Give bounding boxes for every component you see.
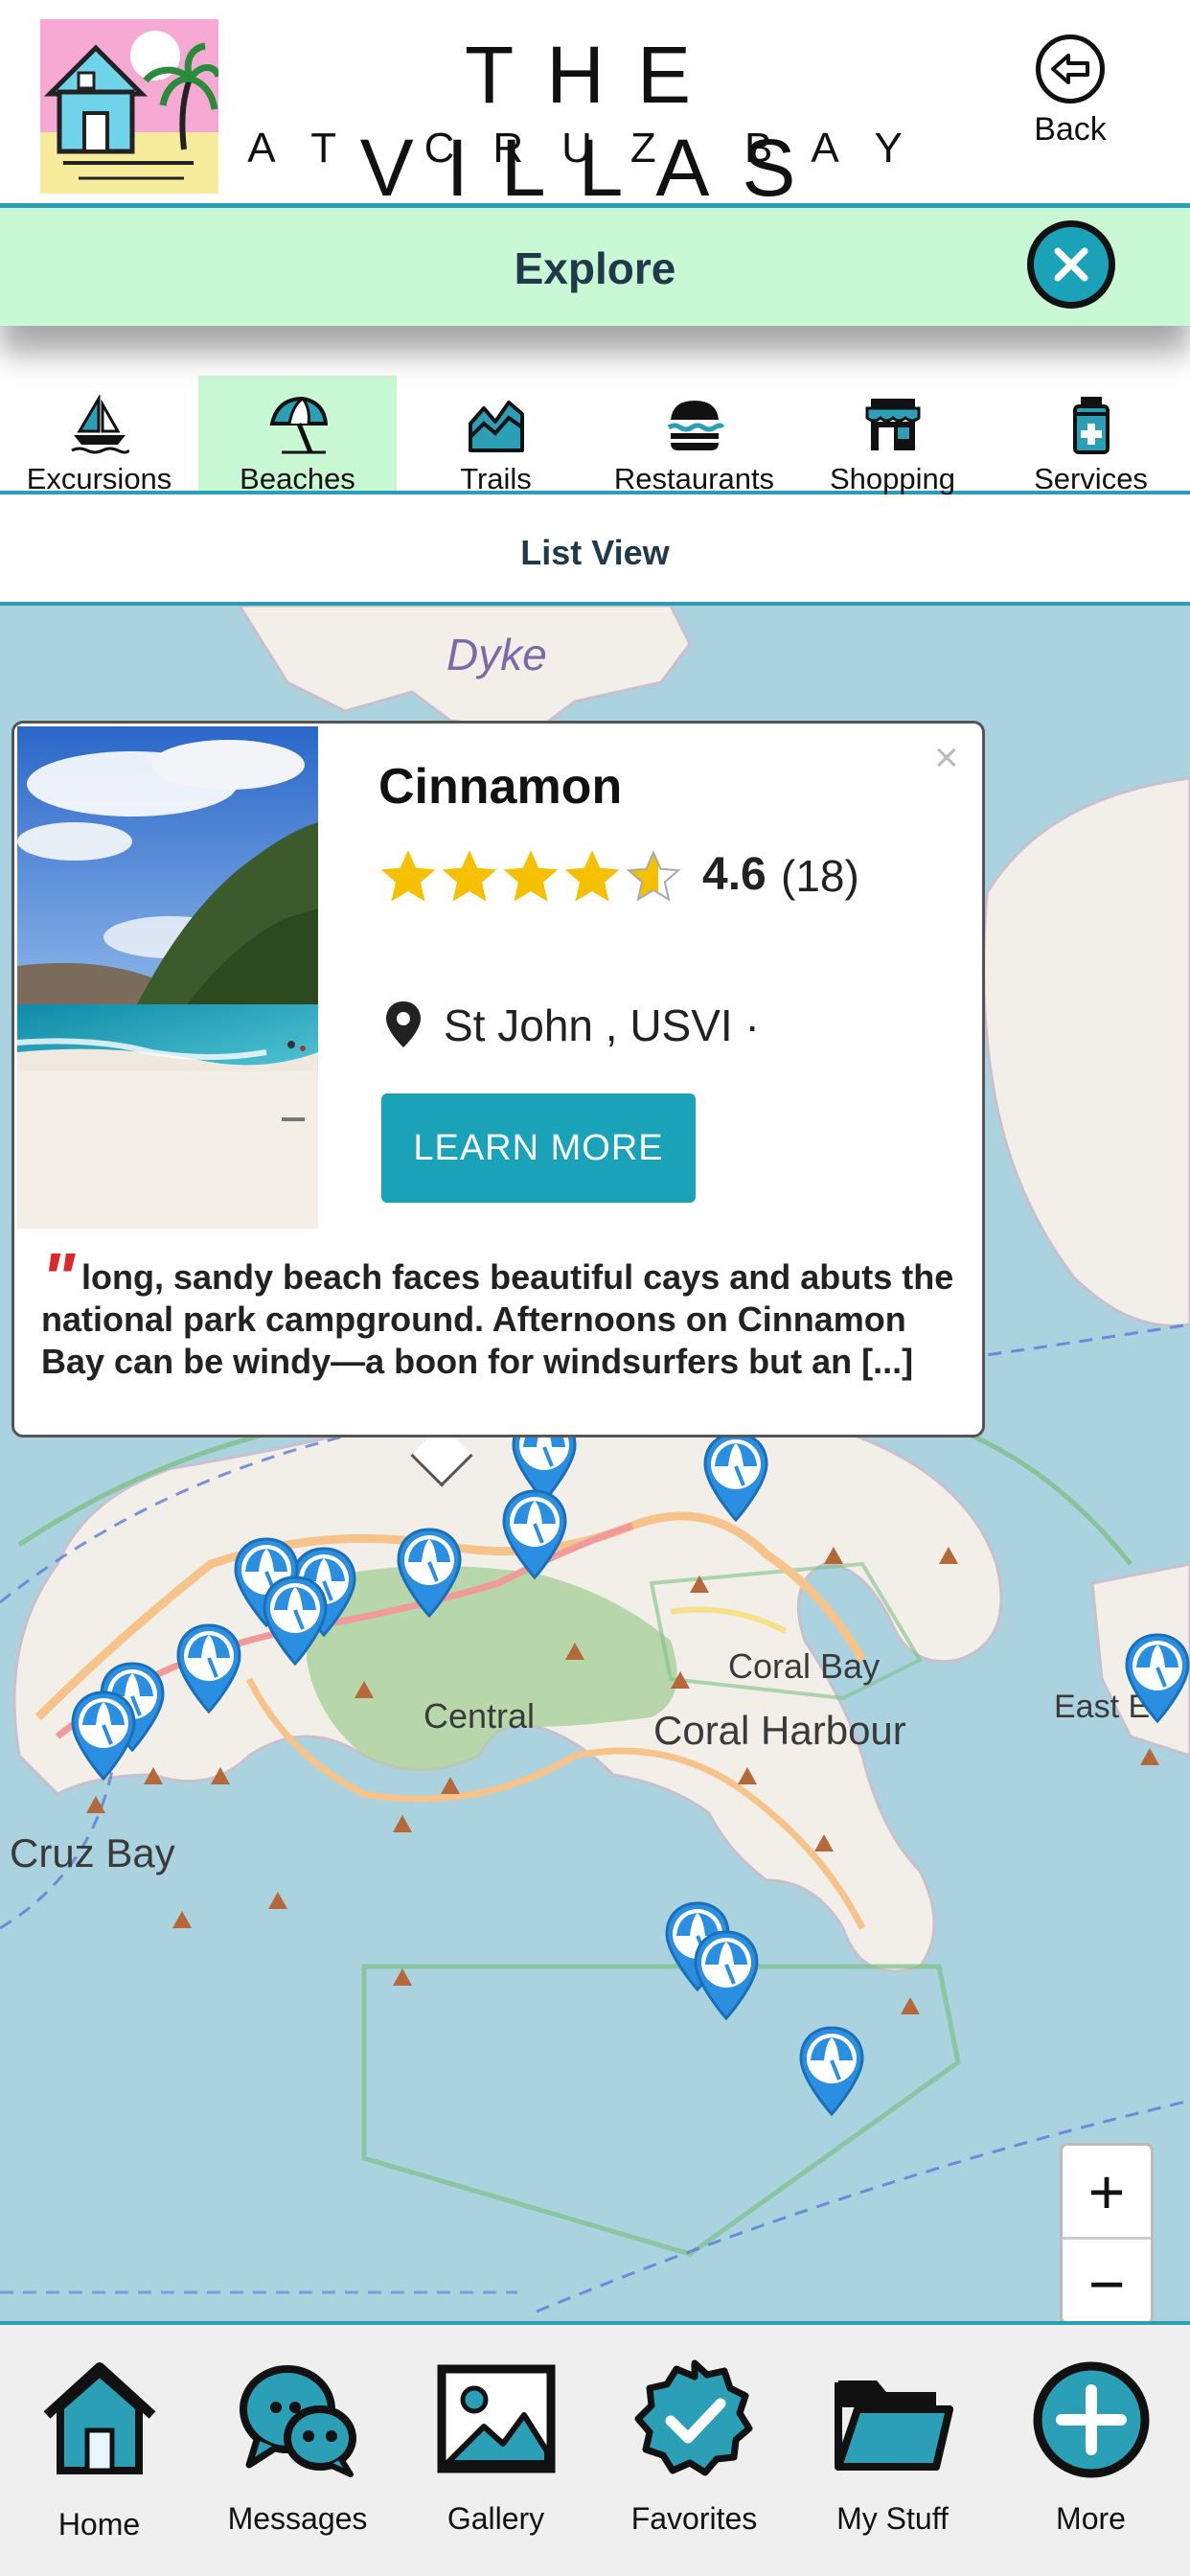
beach-marker[interactable] [259,1574,332,1667]
tab-beaches[interactable]: Beaches [198,376,397,495]
zoom-control: + − [1060,2143,1154,2321]
beach-marker[interactable] [1121,1631,1190,1724]
nav-label: Home [57,2507,141,2542]
bottom-nav: Home Messages Gallery Favorites My Stuff… [0,2321,1190,2576]
star-icon [380,850,436,902]
nav-gallery[interactable]: Gallery [397,2325,595,2576]
beach-umbrella-icon [799,2026,864,2117]
mountain-trail-icon [469,401,524,452]
map-label-coral-harbour: Coral Harbour [653,1708,906,1753]
map-label-coral-bay: Coral Bay [728,1646,881,1686]
beach-umbrella-icon [703,1432,768,1523]
beach-photo [17,726,318,1229]
nav-label: My Stuff [836,2501,949,2536]
sailboat-icon [71,395,129,454]
back-arrow-icon [1036,34,1105,104]
location-text: St John , USVI · [444,1000,760,1050]
close-explore-button[interactable] [1027,220,1115,309]
beach-umbrella-icon [1125,1633,1190,1724]
store-icon [865,399,921,450]
burger-icon [667,401,724,450]
star-icon [442,850,497,902]
tab-label: Excursions [26,462,172,495]
brand-subtitle: AT CRUZ BAY [247,125,941,172]
category-tabs: Excursions Beaches Trails Restaurants Sh… [0,376,1190,495]
beach-marker[interactable] [795,2024,868,2117]
star-rating [378,848,683,908]
beach-umbrella-icon [269,396,328,454]
nav-favorites[interactable]: Favorites [595,2325,793,2576]
zoom-in-button[interactable]: + [1063,2146,1151,2237]
beach-umbrella-icon [71,1690,136,1782]
nav-label: Messages [227,2501,368,2536]
list-view-toggle[interactable]: List View [0,494,1190,606]
badge-check-icon [634,2359,753,2476]
location-pin-icon [386,1001,421,1047]
tab-shopping[interactable]: Shopping [793,376,992,495]
plus-circle-icon [1033,2361,1150,2478]
tab-label: Trails [460,462,532,495]
tab-label: Beaches [240,462,355,495]
nav-label: More [1056,2501,1126,2536]
first-aid-bottle-icon [1073,397,1110,454]
nav-label: Favorites [630,2501,758,2536]
nav-my-stuff[interactable]: My Stuff [793,2325,992,2576]
folder-icon [835,2380,953,2471]
tab-excursions[interactable]: Excursions [0,376,198,495]
tab-services[interactable]: Services [992,376,1190,495]
list-view-label: List View [520,533,670,572]
close-icon [1054,247,1088,282]
back-label: Back [1034,111,1107,148]
page-title: Explore [514,243,676,293]
chat-bubbles-icon [240,2365,356,2477]
star-icon [626,850,681,902]
nav-more[interactable]: More [992,2325,1190,2576]
beach-name: Cinnamon [378,759,623,815]
home-icon [43,2362,156,2474]
map-label-central: Central [423,1696,536,1736]
tab-label: Shopping [829,462,955,495]
beach-marker[interactable] [67,1689,140,1782]
tab-trails[interactable]: Trails [397,376,595,495]
beach-marker[interactable] [699,1430,772,1523]
map-label-dyke: Dyke [446,630,547,679]
star-icon [564,850,620,902]
beach-umbrella-icon [397,1528,462,1619]
nav-messages[interactable]: Messages [198,2325,397,2576]
star-icon [503,850,559,902]
brand-title: THE VILLAS [359,30,829,213]
nav-home[interactable]: Home [0,2325,198,2576]
map-label-cruz-bay: Cruz Bay [10,1830,175,1875]
beach-marker[interactable] [393,1526,466,1619]
back-button[interactable]: Back [1027,34,1113,159]
beach-description: long, sandy beach faces beautiful cays a… [41,1257,954,1381]
beach-popup: × Cinnamon 4.6 (18) St John , USVI · LEA… [11,721,985,1438]
tab-restaurants[interactable]: Restaurants [595,376,793,495]
beach-umbrella-icon [176,1623,241,1714]
tab-label: Restaurants [613,462,775,495]
beach-umbrella-icon [263,1576,328,1667]
beach-marker[interactable] [498,1487,571,1580]
explore-bar: Explore [0,203,1190,326]
villa-logo-icon [40,19,218,194]
zoom-out-button[interactable]: − [1063,2237,1151,2321]
rating-value: 4.6 [702,849,767,900]
image-icon [437,2364,556,2473]
rating-count: (18) [781,851,859,901]
popup-close-button[interactable]: × [934,737,959,779]
beach-marker[interactable] [690,1928,763,2021]
app-header: THE VILLAS AT CRUZ BAY Back [0,0,1190,213]
beach-marker[interactable] [172,1622,245,1714]
beach-umbrella-icon [694,1930,759,2021]
beach-umbrella-icon [502,1489,567,1580]
learn-more-button[interactable]: LEARN MORE [381,1093,696,1203]
tab-label: Services [1034,462,1148,495]
nav-label: Gallery [446,2501,545,2536]
